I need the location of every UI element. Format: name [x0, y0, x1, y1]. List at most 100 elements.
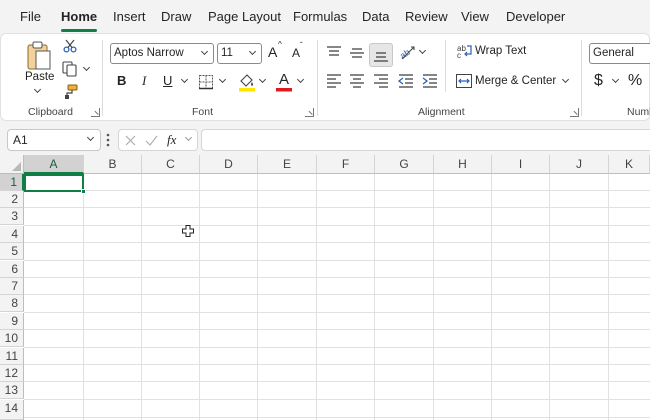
paste-label[interactable]: Paste	[25, 71, 54, 83]
decrease-font-size-caret-icon: ˇ	[300, 41, 303, 50]
alignment-group-label: Alignment	[418, 106, 465, 118]
select-all-button[interactable]	[0, 155, 24, 174]
column-header-e[interactable]: E	[258, 155, 317, 174]
row-header-11[interactable]: 11	[0, 348, 24, 365]
column-header-h[interactable]: H	[434, 155, 492, 174]
tab-draw[interactable]: Draw	[161, 0, 191, 32]
font-launcher-icon[interactable]	[305, 108, 314, 117]
paste-dropdown-icon[interactable]	[33, 85, 42, 94]
cut-icon[interactable]	[63, 39, 77, 53]
column-header-g[interactable]: G	[375, 155, 434, 174]
italic-button[interactable]: I	[142, 73, 146, 89]
row-header-7[interactable]: 7	[0, 278, 24, 295]
row-header-9[interactable]: 9	[0, 313, 24, 330]
tab-developer[interactable]: Developer	[506, 0, 565, 32]
font-size-select[interactable]: 11	[217, 43, 262, 64]
name-box[interactable]: A1	[7, 129, 101, 151]
underline-dropdown-icon[interactable]	[180, 75, 189, 84]
cancel-icon[interactable]	[125, 135, 136, 146]
column-header-d[interactable]: D	[200, 155, 258, 174]
merge-center-button[interactable]: Merge & Center	[475, 75, 556, 87]
column-header-f[interactable]: F	[317, 155, 375, 174]
tab-page-layout[interactable]: Page Layout	[208, 0, 281, 32]
tab-data[interactable]: Data	[362, 0, 389, 32]
column-header-k[interactable]: K	[609, 155, 650, 174]
row-header-3[interactable]: 3	[0, 208, 24, 225]
borders-icon[interactable]	[198, 74, 214, 90]
alignment-launcher-icon[interactable]	[570, 108, 579, 117]
middle-align-icon[interactable]	[349, 46, 365, 60]
row-header-6[interactable]: 6	[0, 261, 24, 278]
format-painter-icon[interactable]	[62, 84, 78, 100]
tab-view[interactable]: View	[461, 0, 489, 32]
align-right-icon[interactable]	[373, 74, 389, 88]
column-header-j[interactable]: J	[550, 155, 609, 174]
font-color-button[interactable]: A	[279, 71, 289, 88]
tab-review[interactable]: Review	[405, 0, 448, 32]
copy-icon[interactable]	[62, 61, 78, 77]
font-color-dropdown-icon[interactable]	[296, 75, 305, 84]
merge-center-icon[interactable]	[456, 74, 472, 88]
column-header-i[interactable]: I	[492, 155, 550, 174]
row-header-8[interactable]: 8	[0, 295, 24, 312]
gridline	[199, 174, 200, 420]
row-header-14[interactable]: 14	[0, 400, 24, 420]
enter-check-icon[interactable]	[145, 135, 158, 146]
gridline	[24, 294, 650, 295]
top-align-icon[interactable]	[326, 46, 342, 60]
merge-center-dropdown-icon[interactable]	[561, 75, 570, 84]
font-name-value: Aptos Narrow	[114, 47, 184, 59]
percent-format-button[interactable]: %	[628, 72, 642, 90]
number-format-select[interactable]: General	[589, 43, 650, 64]
function-dropdown-icon[interactable]	[184, 133, 193, 142]
fill-color-dropdown-icon[interactable]	[258, 75, 267, 84]
borders-dropdown-icon[interactable]	[218, 75, 227, 84]
decrease-indent-icon[interactable]	[398, 74, 414, 88]
orientation-icon[interactable]: ab	[398, 43, 418, 61]
formula-input[interactable]	[201, 129, 650, 151]
row-header-1[interactable]: 1	[0, 174, 24, 191]
gridline	[24, 364, 650, 365]
row-header-4[interactable]: 4	[0, 226, 24, 243]
tab-home[interactable]: Home	[61, 0, 97, 32]
increase-font-size-caret-icon: ^	[278, 40, 282, 49]
orientation-dropdown-icon[interactable]	[418, 46, 427, 55]
tab-insert[interactable]: Insert	[113, 0, 146, 32]
column-header-b[interactable]: B	[84, 155, 142, 174]
fill-handle[interactable]	[81, 189, 86, 194]
copy-dropdown-icon[interactable]	[82, 63, 91, 72]
clipboard-launcher-icon[interactable]	[91, 108, 100, 117]
bottom-align-icon[interactable]	[373, 47, 389, 63]
active-cell-a1[interactable]	[24, 174, 84, 192]
more-options-icon[interactable]	[106, 133, 110, 147]
currency-format-button[interactable]: $	[594, 72, 603, 90]
gridline	[24, 207, 650, 208]
row-header-13[interactable]: 13	[0, 382, 24, 399]
row-header-12[interactable]: 12	[0, 365, 24, 382]
font-name-select[interactable]: Aptos Narrow	[110, 43, 214, 64]
row-header-10[interactable]: 10	[0, 330, 24, 347]
increase-indent-icon[interactable]	[422, 74, 438, 88]
underline-button[interactable]: U	[163, 73, 172, 88]
bold-button[interactable]: B	[117, 73, 126, 88]
gridline	[24, 277, 650, 278]
tab-file[interactable]: File	[20, 0, 41, 32]
paste-icon[interactable]	[25, 40, 53, 72]
align-left-icon[interactable]	[326, 74, 342, 88]
column-header-a[interactable]: A	[24, 155, 84, 174]
column-header-c[interactable]: C	[142, 155, 200, 174]
tab-formulas[interactable]: Formulas	[293, 0, 347, 32]
increase-font-size-button[interactable]: A	[268, 44, 277, 60]
wrap-text-button[interactable]: Wrap Text	[475, 45, 526, 57]
decrease-font-size-button[interactable]: A	[292, 46, 300, 60]
wrap-text-icon[interactable]: ab c	[457, 43, 473, 59]
currency-dropdown-icon[interactable]	[611, 75, 620, 84]
row-header-5[interactable]: 5	[0, 243, 24, 260]
chevron-down-icon[interactable]	[86, 133, 95, 142]
gridline	[24, 329, 650, 330]
worksheet-grid[interactable]: A B C D E F G H I J K 1 2 3 4 5 6 7 8 9 …	[0, 155, 650, 420]
row-header-2[interactable]: 2	[0, 191, 24, 208]
insert-function-button[interactable]: fx	[167, 132, 176, 148]
fill-color-icon[interactable]	[238, 72, 256, 92]
align-center-icon[interactable]	[349, 74, 365, 88]
